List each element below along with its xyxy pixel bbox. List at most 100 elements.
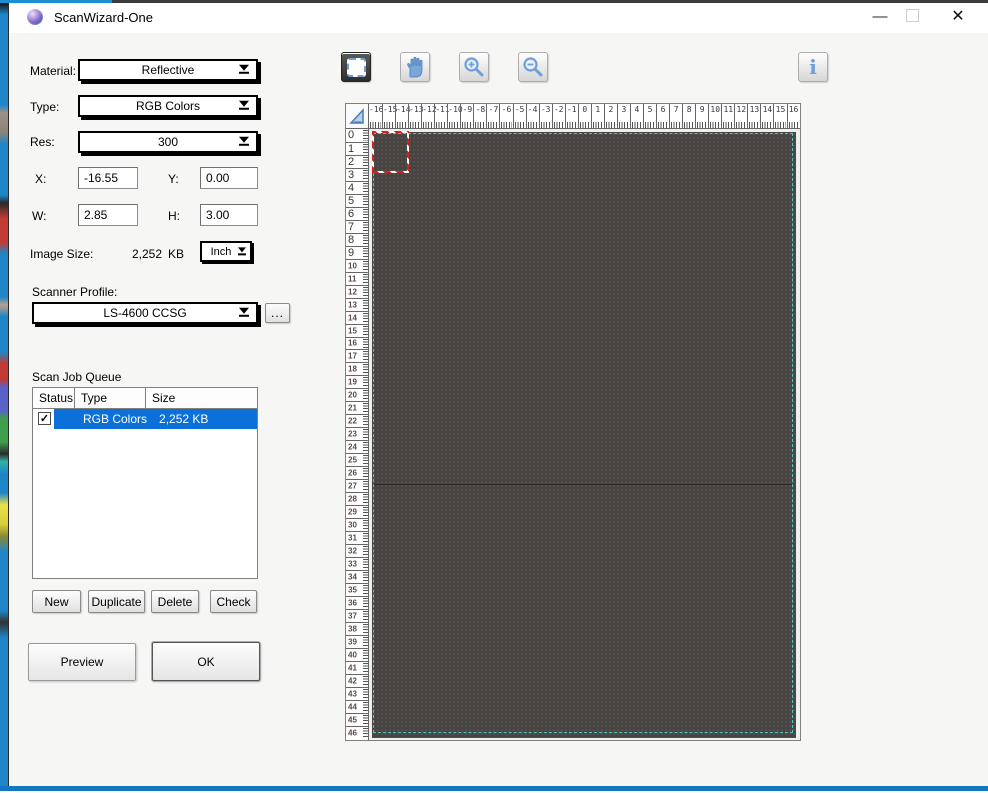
v-ruler-cell: 19 (346, 375, 368, 388)
h-label: H: (168, 209, 180, 223)
scan-job-queue-table: Status Type Size RGB Colors 2,252 KB ✓ (32, 387, 258, 579)
h-ruler-cell: -14 (395, 104, 408, 128)
info-button[interactable]: i (798, 52, 828, 82)
material-label: Material: (30, 64, 76, 78)
marquee-select-tool-button[interactable] (341, 52, 371, 82)
check-button[interactable]: Check (210, 590, 257, 613)
row-checkbox[interactable]: ✓ (38, 412, 51, 425)
h-input[interactable]: 3.00 (200, 204, 258, 226)
pan-tool-button[interactable] (400, 52, 430, 82)
v-ruler-cell: 46 (346, 726, 368, 739)
profile-browse-button[interactable]: ... (265, 303, 290, 323)
row-type: RGB Colors (83, 412, 147, 426)
type-dropdown[interactable]: RGB Colors (78, 95, 258, 117)
chevron-down-icon (239, 101, 249, 110)
v-ruler-cell: 6 (346, 207, 368, 220)
vertical-ruler: 0123456789101112131415161718192021222324… (346, 129, 369, 740)
w-label: W: (32, 209, 46, 223)
column-header-size[interactable]: Size (146, 388, 257, 408)
close-button[interactable]: ✕ (944, 5, 972, 27)
preview-button[interactable]: Preview (28, 643, 136, 681)
table-row[interactable]: RGB Colors 2,252 KB ✓ (33, 409, 257, 429)
h-ruler-cell: 2 (604, 104, 617, 128)
v-ruler-cell: 36 (346, 596, 368, 609)
scan-bounds-marquee (373, 133, 793, 733)
v-ruler-cell: 38 (346, 622, 368, 635)
v-ruler-cell: 35 (346, 583, 368, 596)
ruler-icon (348, 106, 366, 126)
column-header-status[interactable]: Status (33, 388, 75, 408)
ok-button[interactable]: OK (152, 642, 260, 681)
image-size-unit: KB (168, 247, 184, 261)
h-ruler-cell: -16 (369, 104, 382, 128)
chevron-down-icon (239, 308, 249, 317)
h-ruler-cell: 6 (656, 104, 669, 128)
image-size-value: 2,252 (124, 247, 162, 261)
duplicate-button[interactable]: Duplicate (88, 590, 145, 613)
selected-row-highlight: RGB Colors 2,252 KB (54, 409, 257, 429)
scanner-profile-value: LS-4600 CCSG (103, 306, 186, 320)
h-ruler-cell: -1 (565, 104, 578, 128)
h-ruler-cell: -5 (513, 104, 526, 128)
h-ruler-cell: 13 (747, 104, 760, 128)
h-ruler-cell: 3 (617, 104, 630, 128)
h-ruler-cell: 5 (643, 104, 656, 128)
v-ruler-cell: 37 (346, 609, 368, 622)
y-input[interactable]: 0.00 (200, 167, 258, 189)
res-value: 300 (158, 135, 178, 149)
info-icon: i (809, 57, 817, 77)
h-ruler-cell: -7 (486, 104, 499, 128)
v-ruler-cell: 41 (346, 661, 368, 674)
v-ruler-cell: 39 (346, 635, 368, 648)
selection-rectangle[interactable] (372, 131, 409, 173)
v-ruler-cell: 44 (346, 700, 368, 713)
zoom-in-tool-button[interactable] (459, 52, 489, 82)
new-button[interactable]: New (32, 590, 81, 613)
queue-table-header: Status Type Size (33, 388, 257, 409)
res-dropdown[interactable]: 300 (78, 131, 258, 153)
v-ruler-cell: 43 (346, 687, 368, 700)
h-ruler-cell: 14 (760, 104, 773, 128)
delete-button[interactable]: Delete (151, 590, 199, 613)
scanner-profile-dropdown[interactable]: LS-4600 CCSG (32, 302, 258, 324)
h-ruler-cell: -3 (539, 104, 552, 128)
v-ruler-cell: 21 (346, 401, 368, 414)
v-ruler-cell: 11 (346, 272, 368, 285)
h-ruler-cell: -9 (460, 104, 473, 128)
h-ruler-cell: 10 (708, 104, 721, 128)
title-bar (9, 3, 988, 33)
scan-job-queue-label: Scan Job Queue (32, 370, 121, 384)
v-ruler-cell: 1 (346, 142, 368, 155)
hand-icon (403, 55, 427, 79)
v-ruler-cell: 33 (346, 557, 368, 570)
v-ruler-cell: 13 (346, 298, 368, 311)
v-ruler-cell: 40 (346, 648, 368, 661)
maximize-icon (906, 9, 919, 22)
preview-frame: -16-15-14-13-12-11-10-9-8-7-6-5-4-3-2-10… (345, 103, 801, 741)
chevron-down-icon (238, 247, 246, 255)
v-ruler-cell: 27 (346, 479, 368, 492)
units-dropdown[interactable]: Inch (200, 241, 252, 262)
column-header-type[interactable]: Type (75, 388, 146, 408)
h-ruler-cell: 11 (721, 104, 734, 128)
minimize-button[interactable]: — (860, 6, 900, 26)
v-ruler-cell: 20 (346, 388, 368, 401)
w-input[interactable]: 2.85 (78, 204, 138, 226)
scan-preview-area[interactable] (369, 129, 800, 740)
x-input[interactable]: -16.55 (78, 167, 138, 189)
background-window-bottom-strip (0, 786, 988, 791)
h-ruler-cell: -10 (447, 104, 460, 128)
zoom-out-tool-button[interactable] (518, 52, 548, 82)
image-size-label: Image Size: (30, 247, 93, 261)
row-size: 2,252 KB (159, 412, 208, 426)
v-ruler-cell: 28 (346, 492, 368, 505)
h-ruler-cell: 12 (734, 104, 747, 128)
horizontal-ruler: -16-15-14-13-12-11-10-9-8-7-6-5-4-3-2-10… (369, 104, 800, 129)
h-ruler-cell: 4 (630, 104, 643, 128)
v-ruler-cell: 23 (346, 427, 368, 440)
maximize-button[interactable] (905, 9, 919, 22)
h-ruler-cell: 1 (591, 104, 604, 128)
y-label: Y: (168, 172, 179, 186)
material-dropdown[interactable]: Reflective (78, 59, 258, 81)
v-ruler-cell: 22 (346, 414, 368, 427)
